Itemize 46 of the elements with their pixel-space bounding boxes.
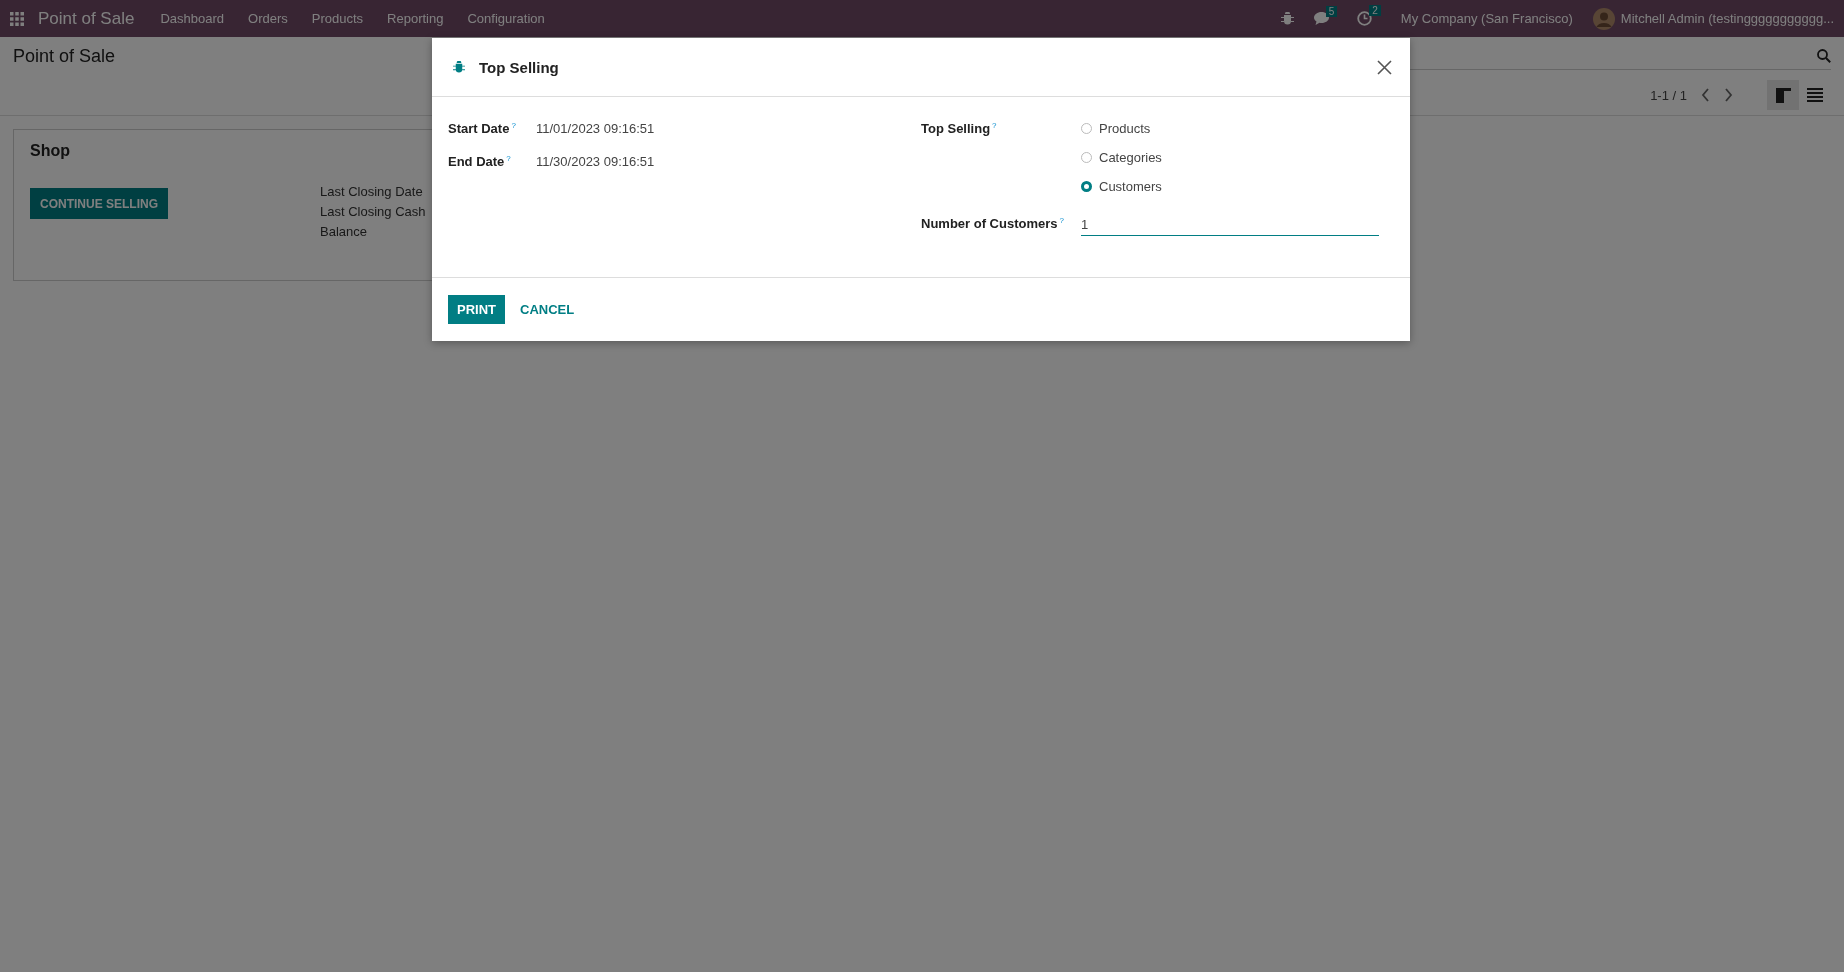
info-label: Balance: [320, 223, 368, 241]
list-icon: [1807, 88, 1823, 102]
date-value[interactable]: 11/30/2023 09:16:51: [536, 154, 655, 170]
radio-option[interactable]: Categories: [1081, 150, 1162, 165]
help-tooltip[interactable]: ?: [511, 121, 516, 130]
continue-selling-button[interactable]: CONTINUE SELLING: [30, 188, 168, 219]
search-icon[interactable]: [1817, 48, 1831, 63]
menu-item[interactable]: Orders: [236, 11, 300, 26]
close-icon[interactable]: [1377, 59, 1392, 75]
field-label: End Date: [448, 154, 505, 170]
field-label: Number of Customers: [921, 216, 1058, 232]
radio-option[interactable]: Products: [1081, 121, 1162, 136]
bug-icon[interactable]: [1280, 11, 1294, 26]
menu-item[interactable]: Dashboard: [148, 11, 236, 26]
menu-item[interactable]: Products: [299, 11, 376, 26]
help-tooltip[interactable]: ?: [992, 121, 997, 130]
bug-icon: [453, 60, 465, 74]
app-name[interactable]: Point of Sale: [38, 8, 135, 29]
card-title: Shop: [30, 142, 70, 160]
dialog-title: Top Selling: [479, 58, 559, 76]
menu-item[interactable]: Configuration: [455, 11, 557, 26]
print-button[interactable]: PRINT: [448, 295, 505, 324]
activity-count-badge: 2: [1369, 5, 1381, 16]
radio-icon[interactable]: [1081, 181, 1092, 192]
next-icon[interactable]: [1724, 88, 1733, 102]
field-label: Start Date: [448, 121, 510, 137]
info-label: Last Closing Cash: [320, 203, 426, 221]
date-value[interactable]: 11/01/2023 09:16:51: [536, 121, 655, 136]
company-switcher[interactable]: My Company (San Francisco): [1400, 11, 1573, 26]
user-menu[interactable]: Mitchell Admin (testinggggggggggg...: [1620, 11, 1834, 26]
message-count-badge: 5: [1325, 6, 1338, 17]
help-tooltip[interactable]: ?: [506, 154, 511, 164]
kanban-icon: [1775, 87, 1791, 103]
menu-item[interactable]: Reporting: [375, 11, 456, 26]
radio-option[interactable]: Customers: [1081, 179, 1162, 194]
clock-icon[interactable]: [1357, 11, 1373, 26]
info-label: Last Closing Date: [320, 183, 424, 201]
previous-icon[interactable]: [1701, 88, 1710, 102]
pager-value: 1-1 / 1: [1650, 87, 1687, 103]
help-tooltip[interactable]: ?: [1059, 216, 1064, 225]
field-label: Top Selling: [921, 121, 991, 137]
breadcrumb-title: Point of Sale: [13, 45, 116, 67]
chat-icon[interactable]: [1313, 12, 1329, 25]
apps-menu-icon[interactable]: [10, 11, 24, 26]
kanban-view-button[interactable]: [1767, 80, 1799, 110]
cancel-button[interactable]: CANCEL: [511, 295, 584, 324]
